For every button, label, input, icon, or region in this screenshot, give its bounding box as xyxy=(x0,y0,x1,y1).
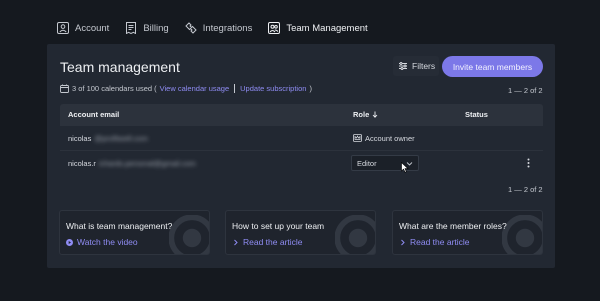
card-title: What are the member roles? xyxy=(399,221,507,231)
page-title: Team management xyxy=(60,59,180,75)
divider xyxy=(234,84,236,93)
mouse-cursor-icon xyxy=(401,162,409,173)
chevron-right-icon xyxy=(401,239,405,245)
calendar-usage: 3 of 100 calendars used ( View calendar … xyxy=(60,84,312,93)
read-article-link[interactable]: Read the article xyxy=(399,237,470,247)
tab-label: Billing xyxy=(143,22,169,34)
usage-text: 3 of 100 calendars used ( xyxy=(72,84,157,93)
table-row: nicolas.r ichards.personal@gmail.com Edit… xyxy=(60,150,543,175)
view-calendar-usage-link[interactable]: View calendar usage xyxy=(160,84,230,93)
card-title: What is team management? xyxy=(66,221,173,231)
filters-button[interactable]: Filters xyxy=(393,56,439,76)
usage-close: ) xyxy=(309,84,312,93)
help-illustration-icon xyxy=(169,215,209,254)
card-title: How to set up your team xyxy=(232,221,325,231)
pagination-bottom: 1 — 2 of 2 xyxy=(508,185,543,194)
help-card-set-up-team[interactable]: How to set up your team Read the article xyxy=(225,210,376,255)
role-value: Account owner xyxy=(353,134,415,143)
help-illustration-icon xyxy=(502,215,542,254)
calendar-icon xyxy=(60,84,69,93)
help-card-member-roles[interactable]: What are the member roles? Read the arti… xyxy=(392,210,543,255)
column-header-email: Account email xyxy=(68,110,120,119)
tab-team-management[interactable]: Team Management xyxy=(268,21,368,35)
redacted-email: @profitwell.com xyxy=(94,133,148,143)
account-email: nicolas @profitwell.com xyxy=(68,133,148,143)
column-header-status: Status xyxy=(465,110,488,119)
members-table: Account email Role Status nicolas @profit… xyxy=(60,104,543,175)
help-card-team-management[interactable]: What is team management? Watch the video xyxy=(59,210,210,255)
help-illustration-icon xyxy=(335,215,375,254)
crown-icon xyxy=(353,134,362,142)
tab-label: Team Management xyxy=(286,22,368,34)
settings-tabs: Account Billing Integrations Team Manage… xyxy=(57,21,368,35)
person-icon xyxy=(57,22,69,34)
more-options-icon[interactable] xyxy=(524,157,532,169)
tab-billing[interactable]: Billing xyxy=(125,21,169,35)
puzzle-icon xyxy=(184,22,197,34)
tab-integrations[interactable]: Integrations xyxy=(184,21,253,35)
tab-label: Integrations xyxy=(202,22,253,34)
table-row: nicolas @profitwell.com Account owner xyxy=(60,125,543,150)
update-subscription-link[interactable]: Update subscription xyxy=(240,84,306,93)
filters-label: Filters xyxy=(412,61,436,71)
team-icon xyxy=(268,22,281,34)
sliders-icon xyxy=(399,62,407,70)
read-article-link[interactable]: Read the article xyxy=(232,237,303,247)
team-management-panel: Team management Filters Invite team memb… xyxy=(47,44,555,268)
column-header-role[interactable]: Role xyxy=(353,110,378,119)
invite-team-members-button[interactable]: Invite team members xyxy=(442,56,543,77)
play-circle-icon xyxy=(66,238,73,246)
chevron-right-icon xyxy=(234,239,238,245)
tab-account[interactable]: Account xyxy=(57,21,109,35)
receipt-icon xyxy=(126,22,137,34)
tab-label: Account xyxy=(75,22,110,34)
redacted-email: ichards.personal@gmail.com xyxy=(98,158,196,168)
account-email: nicolas.r ichards.personal@gmail.com xyxy=(68,158,196,168)
pagination-top: 1 — 2 of 2 xyxy=(508,86,543,95)
table-header: Account email Role Status xyxy=(60,104,543,125)
watch-video-link[interactable]: Watch the video xyxy=(66,237,138,247)
sort-arrow-down-icon xyxy=(372,111,378,118)
